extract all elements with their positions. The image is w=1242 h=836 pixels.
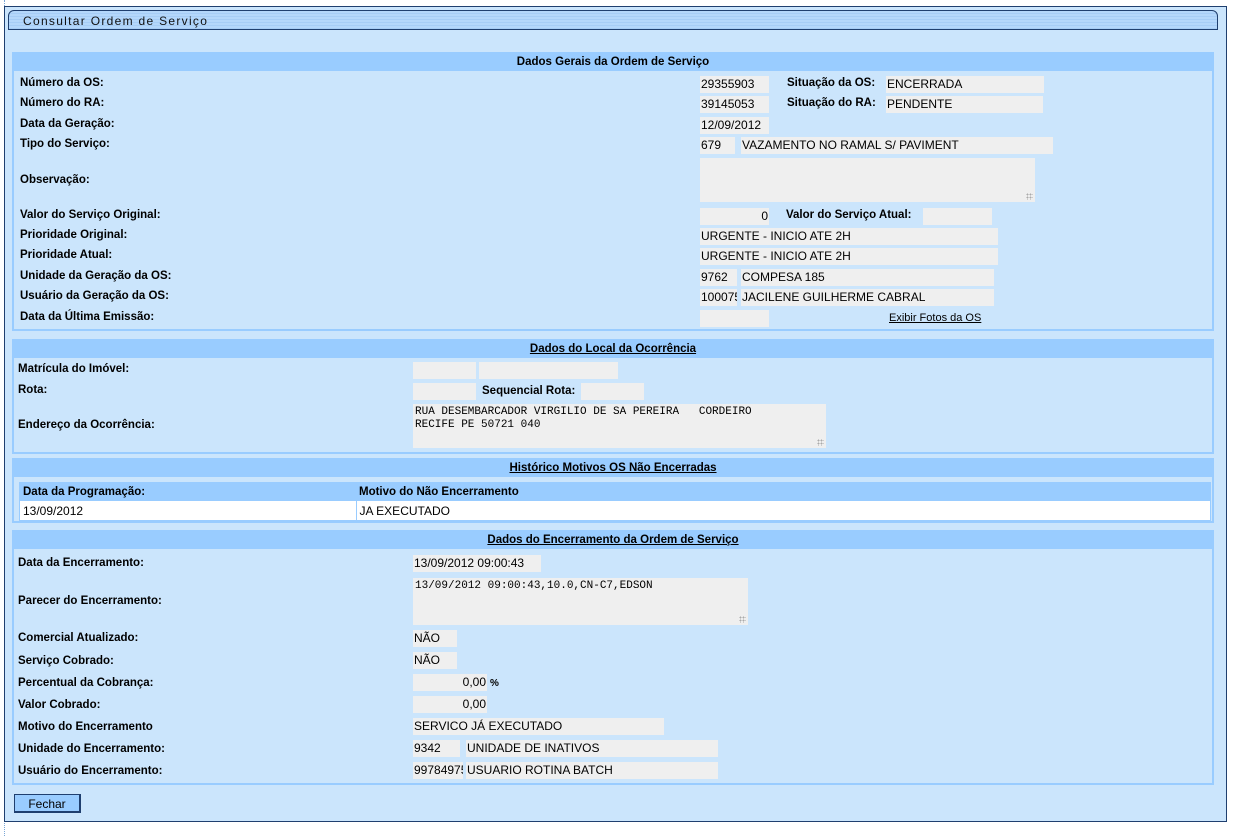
situacao-ra-field[interactable]: PENDENTE	[886, 96, 1043, 113]
numero-ra-field[interactable]: 39145053	[700, 96, 769, 113]
resize-grip-icon[interactable]	[1026, 193, 1033, 200]
servico-cobrado-field[interactable]: NÃO	[413, 652, 457, 669]
section-header: Histórico Motivos OS Não Encerradas	[14, 460, 1212, 477]
observacao-label: Observação:	[20, 174, 90, 186]
observacao-textarea[interactable]	[700, 158, 1035, 202]
servico-cobrado-label: Serviço Cobrado:	[18, 655, 114, 667]
matricula-field[interactable]	[413, 362, 476, 379]
table-header-row: Data da Programação: Motivo do Não Encer…	[19, 482, 1211, 501]
valor-atual-label: Valor do Serviço Atual:	[786, 209, 912, 221]
exibir-fotos-link[interactable]: Exibir Fotos da OS	[889, 312, 981, 324]
prioridade-original-label: Prioridade Original:	[20, 229, 128, 241]
valor-cobrado-label: Valor Cobrado:	[18, 699, 101, 711]
prioridade-atual-field[interactable]: URGENTE - INICIO ATE 2H	[700, 248, 998, 265]
data-encerramento-label: Data da Encerramento:	[18, 557, 144, 569]
parecer-label: Parecer do Encerramento:	[18, 595, 162, 607]
rota-label: Rota:	[18, 384, 48, 396]
tipo-servico-label: Tipo do Serviço:	[20, 138, 110, 150]
matricula-desc-field[interactable]	[479, 362, 618, 379]
parecer-text: 13/09/2012 09:00:43,10.0,CN-C7,EDSON	[415, 580, 653, 592]
percentual-label: Percentual da Cobrança:	[18, 677, 154, 689]
unidade-geracao-label: Unidade da Geração da OS:	[20, 270, 172, 282]
sequencial-rota-field[interactable]	[581, 383, 644, 400]
page-title: Consultar Ordem de Serviço	[8, 10, 1218, 30]
prioridade-atual-label: Prioridade Atual:	[20, 249, 113, 261]
percent-sign: %	[490, 678, 499, 689]
comercial-atualizado-label: Comercial Atualizado:	[18, 632, 139, 644]
unidade-geracao-code-field[interactable]: 9762	[700, 269, 737, 286]
data-encerramento-field[interactable]: 13/09/2012 09:00:43	[413, 555, 541, 572]
comercial-atualizado-field[interactable]: NÃO	[413, 630, 457, 647]
section-header-text: Histórico Motivos OS Não Encerradas	[509, 462, 717, 474]
prioridade-original-field[interactable]: URGENTE - INICIO ATE 2H	[700, 228, 998, 245]
tipo-servico-code-field[interactable]: 679	[700, 137, 735, 154]
parecer-textarea[interactable]: 13/09/2012 09:00:43,10.0,CN-C7,EDSON	[413, 578, 748, 625]
endereco-text: RUA DESEMBARCADOR VIRGILIO DE SA PEREIRA…	[415, 406, 752, 431]
endereco-textarea[interactable]: RUA DESEMBARCADOR VIRGILIO DE SA PEREIRA…	[413, 404, 826, 448]
unidade-encerramento-name-field[interactable]: UNIDADE DE INATIVOS	[466, 740, 718, 757]
rota-field[interactable]	[413, 383, 476, 400]
ultima-emissao-field[interactable]	[700, 310, 769, 327]
matricula-label: Matrícula do Imóvel:	[18, 363, 130, 375]
motivo-label: Motivo do Encerramento	[18, 721, 153, 733]
usuario-encerramento-name-field[interactable]: USUARIO ROTINA BATCH	[466, 762, 718, 779]
valor-original-field[interactable]: 0	[700, 208, 769, 225]
historico-table: Data da Programação: Motivo do Não Encer…	[19, 482, 1211, 521]
situacao-os-field[interactable]: ENCERRADA	[886, 76, 1044, 93]
section-header-text: Dados do Encerramento da Ordem de Serviç…	[487, 534, 739, 546]
section-header: Dados do Local da Ocorrência	[14, 341, 1212, 358]
data-geracao-field[interactable]: 12/09/2012	[700, 117, 769, 134]
fechar-button[interactable]: Fechar	[14, 794, 81, 813]
table-cell: 13/09/2012	[19, 500, 357, 521]
numero-ra-label: Número do RA:	[20, 97, 105, 109]
unidade-encerramento-code-field[interactable]: 9342	[413, 740, 460, 757]
section-header-text: Dados do Local da Ocorrência	[529, 343, 697, 355]
historico-section: Histórico Motivos OS Não Encerradas Data…	[12, 458, 1214, 523]
endereco-label: Endereço da Ocorrência:	[18, 419, 155, 431]
column-header: Data da Programação:	[19, 482, 356, 501]
data-geracao-label: Data da Geração:	[20, 118, 115, 130]
usuario-geracao-name-field[interactable]: JACILENE GUILHERME CABRAL	[741, 289, 994, 306]
numero-os-field[interactable]: 29355903	[700, 76, 769, 93]
usuario-geracao-label: Usuário da Geração da OS:	[20, 290, 169, 302]
numero-os-label: Número da OS:	[20, 77, 104, 89]
resize-grip-icon[interactable]	[739, 616, 746, 623]
tipo-servico-desc-field[interactable]: VAZAMENTO NO RAMAL S/ PAVIMENT	[741, 137, 1053, 154]
situacao-ra-label: Situação do RA:	[787, 97, 876, 109]
valor-original-label: Valor do Serviço Original:	[20, 209, 161, 221]
unidade-geracao-name-field[interactable]: COMPESA 185	[741, 269, 994, 286]
percentual-field[interactable]: 0,00	[413, 674, 487, 691]
usuario-geracao-code-field[interactable]: 100075	[700, 289, 737, 306]
situacao-os-label: Situação da OS:	[787, 77, 876, 89]
ultima-emissao-label: Data da Última Emissão:	[20, 311, 155, 323]
usuario-encerramento-label: Usuário do Encerramento:	[18, 765, 163, 777]
resize-grip-icon[interactable]	[817, 439, 824, 446]
valor-cobrado-field[interactable]: 0,00	[413, 696, 487, 713]
motivo-field[interactable]: SERVICO JÁ EXECUTADO	[413, 718, 664, 735]
section-header: Dados Gerais da Ordem de Serviço	[14, 54, 1212, 71]
unidade-encerramento-label: Unidade do Encerramento:	[18, 743, 165, 755]
valor-atual-field[interactable]	[923, 208, 992, 225]
sequencial-rota-label: Sequencial Rota:	[482, 385, 576, 397]
table-cell: JA EXECUTADO	[355, 500, 1211, 521]
table-row: 13/09/2012 JA EXECUTADO	[19, 500, 1211, 521]
usuario-encerramento-code-field[interactable]: 99784975	[413, 762, 463, 779]
column-header: Motivo do Não Encerramento	[356, 482, 1211, 501]
section-header: Dados do Encerramento da Ordem de Serviç…	[14, 532, 1212, 549]
